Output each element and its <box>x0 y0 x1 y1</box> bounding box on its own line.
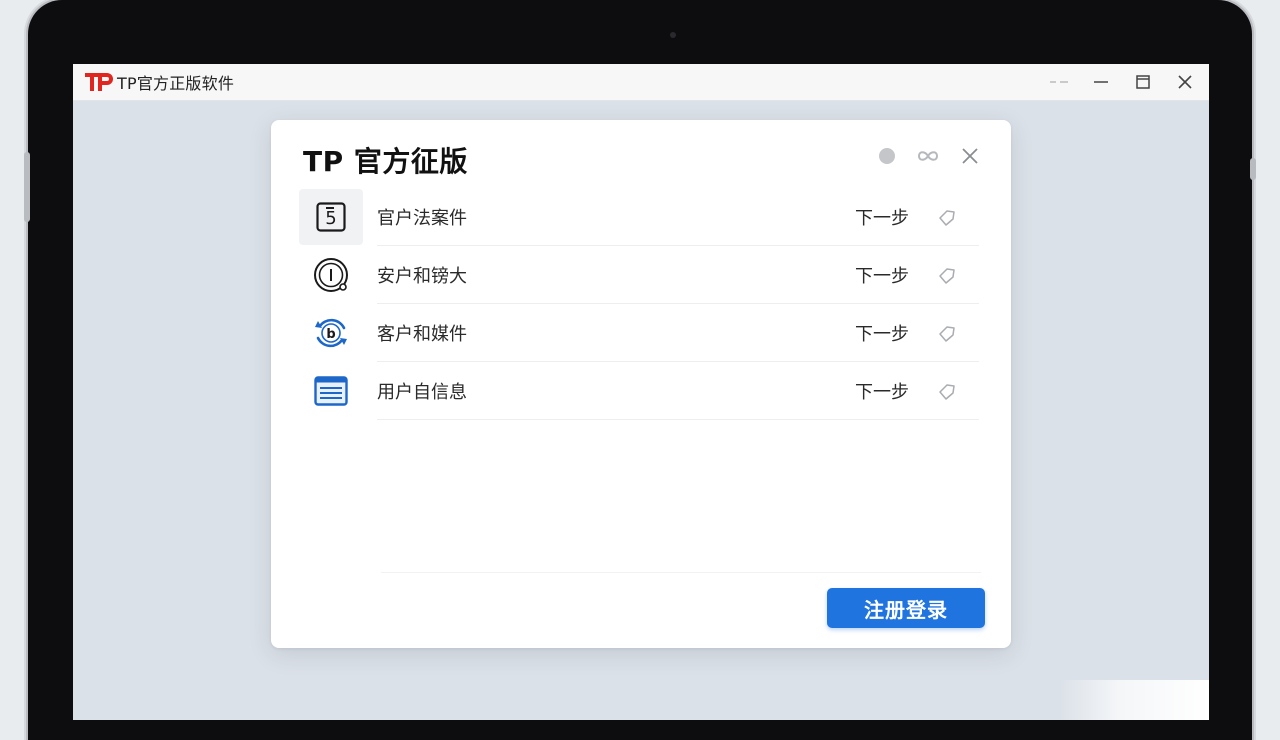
id-card-icon <box>299 363 363 419</box>
list-item[interactable]: b 客户和媒件 下一步 <box>299 304 979 362</box>
document-five-icon: 5 <box>299 189 363 245</box>
close-icon[interactable] <box>961 147 979 165</box>
tag-icon[interactable] <box>935 379 959 403</box>
list-item[interactable]: 安户和镑大 下一步 <box>299 246 979 304</box>
list-item-label: 客户和媒件 <box>377 324 467 345</box>
bitcoin-refresh-icon: b <box>299 305 363 361</box>
app-title: TP官方正版软件 <box>117 74 235 93</box>
svg-text:b: b <box>326 327 335 342</box>
list-item-label: 安户和镑大 <box>377 266 467 287</box>
close-window-icon[interactable] <box>1175 72 1195 92</box>
list-item-label: 官户法案件 <box>377 208 467 229</box>
minimize-icon[interactable] <box>1091 72 1111 92</box>
tag-icon[interactable] <box>935 205 959 229</box>
list-item-label: 用户自信息 <box>377 382 467 403</box>
option-list: 5 官户法案件 下一步 安户和镑大 下一步 b 客户和媒件 下一步 用户自信息 … <box>299 188 979 420</box>
list-item[interactable]: 用户自信息 下一步 <box>299 362 979 420</box>
tp-logo-icon <box>85 72 115 92</box>
side-button-left <box>24 152 30 222</box>
dialog-title: TP 官方征版 <box>303 145 468 178</box>
register-login-button[interactable]: 注册登录 <box>827 588 985 628</box>
camera-icon <box>670 32 676 38</box>
login-dialog: TP 官方征版 5 官户法案件 下一步 安户和镑大 下一步 b 客户和媒件 下一… <box>271 120 1011 648</box>
tag-icon[interactable] <box>935 321 959 345</box>
next-step-link[interactable]: 下一步 <box>855 262 909 288</box>
window-controls <box>1049 64 1195 100</box>
list-item[interactable]: 5 官户法案件 下一步 <box>299 188 979 246</box>
screen: TP官方正版软件 TP 官方征版 5 官户法案件 下一步 安户和镑大 下一步 b… <box>73 64 1209 720</box>
link-icon[interactable] <box>917 148 939 164</box>
status-dot-icon[interactable] <box>879 148 895 164</box>
footer-divider <box>381 572 981 573</box>
background-fade <box>1059 680 1209 720</box>
svg-text:5: 5 <box>325 208 336 229</box>
next-step-link[interactable]: 下一步 <box>855 204 909 230</box>
dialog-tools <box>879 144 979 168</box>
pin-icon[interactable] <box>1049 72 1069 92</box>
window-titlebar: TP官方正版软件 <box>73 64 1209 101</box>
tag-icon[interactable] <box>935 263 959 287</box>
maximize-icon[interactable] <box>1133 72 1153 92</box>
time-badge-icon <box>299 247 363 303</box>
next-step-link[interactable]: 下一步 <box>855 320 909 346</box>
next-step-link[interactable]: 下一步 <box>855 378 909 404</box>
side-button-right <box>1250 158 1256 180</box>
